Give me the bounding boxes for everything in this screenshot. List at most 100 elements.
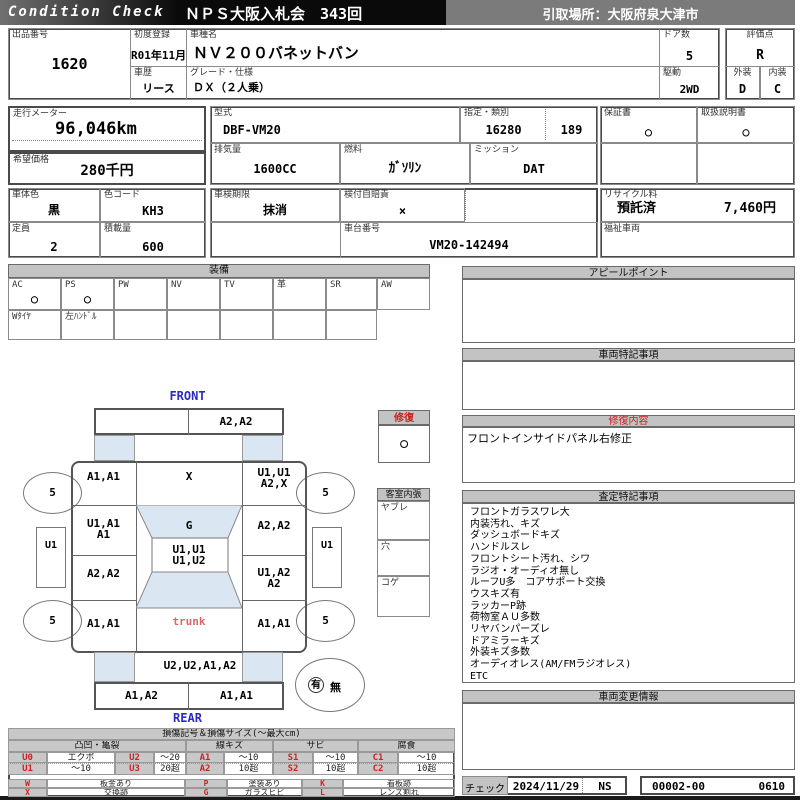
front-bumper-right-damage: A2,A2 xyxy=(219,415,253,428)
legend-group-corrosion: 腐食 xyxy=(358,740,455,752)
legend-group-scratch-label: 線キズ xyxy=(215,741,243,751)
windshield-damage: G xyxy=(185,519,193,532)
legend-val-l: レンズ割れ xyxy=(343,788,455,797)
check-divider xyxy=(582,778,583,793)
pickup-location-bar: 引取場所：大阪府泉大津市 xyxy=(446,0,795,25)
quarter-left-damage: A1,A1 xyxy=(86,617,121,630)
drive-cell: 駆動 2WD xyxy=(659,66,720,100)
legend-group-corrosion-label: 腐食 xyxy=(397,741,416,751)
grade-point-value: R xyxy=(756,48,764,63)
legend-val-u3: 20超 xyxy=(154,763,186,775)
insurance-value: × xyxy=(398,204,407,218)
assessment-item: ダッシュボードキズ xyxy=(470,530,560,542)
exterior-grade-value: D xyxy=(738,82,747,96)
vehicle-notes-title: 車両特記事項 xyxy=(598,350,659,361)
assessment-item: ハンドルスレ xyxy=(470,542,530,554)
displacement-label: 排気量 xyxy=(214,145,242,155)
legend-val-u2: 〜20 xyxy=(154,752,186,763)
legend-code-u3: U3 xyxy=(115,763,154,775)
equipment-mark-ac: ○ xyxy=(30,292,39,306)
warranty-cell: 保証書 ○ xyxy=(600,106,697,143)
legend-val-g: ガラスヒビ xyxy=(227,788,302,797)
warranty-empty-cell-1 xyxy=(600,143,697,185)
legend-title: 損傷記号＆損傷サイズ(〜最大cm) xyxy=(162,729,301,739)
capacity-label: 定員 xyxy=(12,224,31,234)
repair-mark-title-bar: 修復 xyxy=(378,410,430,425)
appeal-title: アピールポイント xyxy=(588,268,669,279)
side-step-right-damage: U1 xyxy=(320,540,334,551)
manual-mark: ○ xyxy=(742,125,750,139)
appeal-title-bar: アピールポイント xyxy=(462,266,795,279)
repair-content-text: フロントインサイドパネル右修正 xyxy=(467,432,632,445)
interior-grade-label: 内装 xyxy=(768,68,787,78)
rear-bar-right-damage: A1,A1 xyxy=(219,689,254,702)
doors-value: 5 xyxy=(685,49,694,63)
vehicle-notes-title-bar: 車両特記事項 xyxy=(462,348,795,361)
equipment-label-sr: SR xyxy=(330,280,341,290)
load-capacity-label: 積載量 xyxy=(104,224,132,234)
legend-val-k: 看板跡 xyxy=(343,779,455,788)
rear-bar-left-damage: A1,A2 xyxy=(124,689,159,702)
legend-val-s1: 〜10 xyxy=(313,752,358,763)
cabin-lining-title: 客室内張 xyxy=(385,490,422,500)
class-number-label: 指定・類別 xyxy=(464,108,510,118)
assessment-item: 内装汚れ、キズ xyxy=(470,518,541,530)
odometer-label: 走行メーター xyxy=(13,109,68,119)
inspection-cell: 車検期限 抹消 xyxy=(210,188,340,222)
repair-mark-box: ○ xyxy=(378,425,430,463)
tire-depth-rl: 5 xyxy=(49,614,56,627)
cabin-lining-burn-label: コゲ xyxy=(381,578,400,588)
transmission-value: DAT xyxy=(523,162,545,176)
equipment-note-cell-1: Wﾀｲﾔ xyxy=(8,310,61,340)
manual-cell: 取扱説明書 ○ xyxy=(697,106,795,143)
equipment-note-lhd: 左ﾊﾝﾄﾞﾙ xyxy=(65,312,97,322)
interior-grade-cell: 内装 C xyxy=(760,66,795,100)
check-inspector: NS xyxy=(598,780,612,793)
equipment-cell-tv: TV xyxy=(220,278,273,310)
legend-code-p: P xyxy=(185,779,227,788)
history-value: リース xyxy=(142,82,175,95)
appeal-panel xyxy=(462,279,795,343)
legend-group-rust: サビ xyxy=(273,740,358,752)
capacity-cell: 定員 2 xyxy=(8,222,100,258)
legend-val-c2: 10超 xyxy=(398,763,455,775)
repair-mark: ○ xyxy=(400,436,408,452)
equipment-mark-ps: ○ xyxy=(83,292,92,306)
fender-right-damage: U1,U1 A2,X xyxy=(257,466,291,490)
welfare-cell: 福祉車両 xyxy=(600,222,795,258)
class-number-value-2: 189 xyxy=(560,123,583,137)
assessment-item: ETC xyxy=(470,670,489,682)
equipment-cell-aw: AW xyxy=(377,278,430,310)
grade-spec-label: グレード・仕様 xyxy=(190,68,254,78)
equipment-label-tv: TV xyxy=(224,280,235,290)
equipment-label-ps: PS xyxy=(65,280,76,290)
load-capacity-cell: 積載量 600 xyxy=(100,222,206,258)
rear-glass-shape xyxy=(136,571,243,609)
displacement-value: 1600CC xyxy=(253,162,297,176)
equipment-note-wtire: Wﾀｲﾔ xyxy=(12,312,31,322)
model-name-value: ＮＶ２００バネットバン xyxy=(193,44,359,62)
exterior-grade-label: 外装 xyxy=(733,68,752,78)
fuel-cell: 燃料 ｶﾞｿﾘﾝ xyxy=(340,143,470,185)
displacement-cell: 排気量 1600CC xyxy=(210,143,340,185)
lot-number-label: 出品番号 xyxy=(12,30,49,40)
quarter-right-damage: A1,A1 xyxy=(257,617,291,630)
check-date: 2024/11/29 xyxy=(512,780,580,793)
fuel-label: 燃料 xyxy=(344,145,363,155)
assessment-title: 査定特記事項 xyxy=(598,492,659,503)
odometer-value: 96,046km xyxy=(55,119,137,139)
body-color-cell: 車体色 黒 xyxy=(8,188,100,222)
lot-number-cell: 出品番号 1620 xyxy=(8,28,131,100)
equipment-note-cell-7 xyxy=(326,310,377,340)
legend-code-w: W xyxy=(8,779,47,788)
fender-left-damage: A1,A1 xyxy=(86,470,121,483)
check-code-2: 0610 xyxy=(758,780,786,793)
legend-val-s2: 10超 xyxy=(313,763,358,775)
legend-group-dent-label: 凸凹・亀裂 xyxy=(74,741,120,751)
cabin-lining-row-hole: 穴 xyxy=(377,540,430,576)
assessment-item: ウスキズ有 xyxy=(470,588,520,600)
spare-tire-no: 無 xyxy=(330,681,341,694)
doors-cell: ドア数 5 xyxy=(659,28,720,67)
condition-check-logo: Condition Check xyxy=(8,4,165,20)
insurance-cell: 検付自賠責 × xyxy=(340,188,465,222)
